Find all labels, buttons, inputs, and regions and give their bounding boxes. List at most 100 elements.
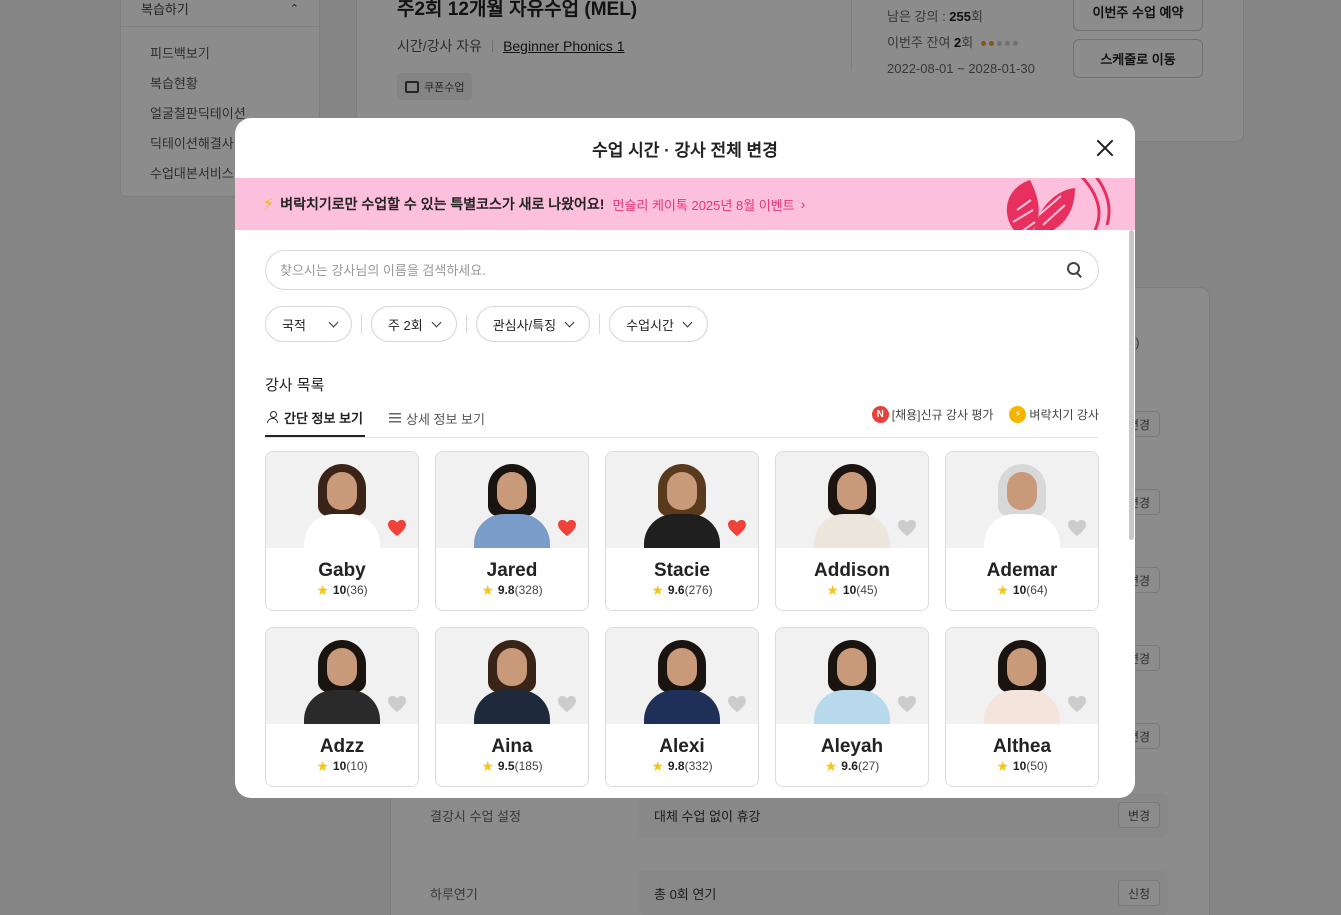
lightning-badge-icon: ⚡ [1009, 406, 1027, 423]
tutor-score: 10 [1012, 759, 1027, 773]
tutor-rating: ★ 10(36) [266, 583, 418, 597]
tab-detail-view[interactable]: 상세 정보 보기 [387, 399, 487, 437]
star-icon: ★ [996, 758, 1009, 774]
tutor-rating: ★ 9.8(328) [436, 583, 588, 597]
tutor-avatar [304, 464, 380, 548]
star-icon: ★ [651, 758, 664, 774]
tutor-review-count: (10) [346, 759, 368, 773]
badge-legend: N [채용]신규 강사 평가 ⚡ 벼락치기 강사 [871, 406, 1099, 423]
tutor-card-stacie[interactable]: Stacie ★ 9.6(276) [605, 451, 759, 611]
filter-label: 수업시간 [626, 317, 674, 333]
event-banner[interactable]: ⚡ 벼락치기로만 수업할 수 있는 특별코스가 새로 나왔어요! 먼슬리 케이톡… [235, 178, 1135, 230]
heart-icon[interactable] [727, 695, 747, 713]
tutor-review-count: (45) [856, 583, 878, 597]
tutor-card-aina[interactable]: Aina ★ 9.5(185) [435, 627, 589, 787]
tutor-review-count: (36) [346, 583, 368, 597]
heart-icon[interactable] [557, 519, 577, 537]
tutor-avatar [814, 640, 890, 724]
tutor-score: 9.8 [667, 759, 685, 773]
star-icon: ★ [826, 582, 839, 598]
tutor-card-ademar[interactable]: Ademar ★ 10(64) [945, 451, 1099, 611]
tutor-rating: ★ 9.6(27) [776, 759, 928, 773]
tutor-card-alexi[interactable]: Alexi ★ 9.8(332) [605, 627, 759, 787]
tutor-score: 9.6 [667, 583, 685, 597]
tab-label: 상세 정보 보기 [405, 411, 485, 427]
heart-icon[interactable] [897, 519, 917, 537]
tutor-rating: ★ 10(64) [946, 583, 1098, 597]
tutor-rating: ★ 10(45) [776, 583, 928, 597]
tutor-card-althea[interactable]: Althea ★ 10(50) [945, 627, 1099, 787]
tutor-avatar [644, 640, 720, 724]
filter-interests[interactable]: 관심사/특징 [475, 306, 591, 342]
tutor-review-count: (276) [684, 583, 713, 597]
tutor-name: Jared [486, 560, 538, 581]
tutor-name: Ademar [986, 560, 1058, 581]
tutor-score: 9.6 [841, 759, 858, 773]
tutor-card-addison[interactable]: Addison ★ 10(45) [775, 451, 929, 611]
chevron-right-icon: › [800, 196, 806, 212]
heart-icon[interactable] [557, 695, 577, 713]
divider [360, 314, 362, 334]
modal-title: 수업 시간 · 강사 전체 변경 [592, 140, 778, 160]
chevron-down-icon [431, 317, 442, 327]
tab-simple-view[interactable]: 간단 정보 보기 [265, 399, 365, 437]
lightning-icon: ⚡ [263, 196, 275, 213]
heart-icon[interactable] [897, 695, 917, 713]
tutor-photo [606, 628, 758, 724]
tutor-photo [776, 452, 928, 548]
tutor-photo [776, 628, 928, 724]
tutor-score: 9.5 [497, 759, 515, 773]
search-bar [265, 250, 1099, 290]
filter-label: 관심사/특징 [492, 317, 557, 333]
person-icon [267, 411, 279, 423]
tutor-avatar [984, 464, 1060, 548]
tutor-photo [266, 628, 418, 724]
heart-icon[interactable] [1067, 695, 1087, 713]
star-icon: ★ [316, 582, 329, 598]
leaf-decoration-icon [1006, 178, 1111, 230]
tutor-search-input[interactable] [280, 262, 1066, 278]
tutor-rating: ★ 10(10) [266, 759, 418, 773]
tutor-name: Adzz [319, 736, 365, 757]
tutor-review-count: (328) [514, 583, 543, 597]
tutor-photo [946, 628, 1098, 724]
tutor-score: 10 [332, 759, 347, 773]
filter-class-time[interactable]: 수업시간 [609, 306, 708, 342]
banner-link[interactable]: 먼슬리 케이톡 2025년 8월 이벤트 [612, 195, 794, 214]
tutor-avatar [474, 640, 550, 724]
filter-label: 국적 [282, 317, 306, 333]
tutor-score: 10 [332, 583, 347, 597]
heart-icon[interactable] [1067, 519, 1087, 537]
star-icon: ★ [481, 582, 494, 598]
heart-icon[interactable] [387, 519, 407, 537]
banner-text: 벼락치기로만 수업할 수 있는 특별코스가 새로 나왔어요! [280, 196, 605, 212]
heart-icon[interactable] [727, 519, 747, 537]
tutor-card-gaby[interactable]: Gaby ★ 10(36) [265, 451, 419, 611]
tutor-review-count: (50) [1026, 759, 1048, 773]
star-icon: ★ [824, 758, 838, 774]
tutor-photo [436, 452, 588, 548]
filter-nationality[interactable]: 국적 [265, 306, 352, 342]
tutor-avatar [474, 464, 550, 548]
star-icon: ★ [481, 758, 494, 774]
chevron-down-icon [682, 317, 693, 327]
tutor-card-aleyah[interactable]: Aleyah ★ 9.6(27) [775, 627, 929, 787]
scrollbar[interactable] [1129, 230, 1134, 540]
star-icon: ★ [316, 758, 329, 774]
star-icon: ★ [996, 582, 1009, 598]
tutor-name: Aleyah [820, 736, 884, 757]
legend-bolt-tutor: ⚡ 벼락치기 강사 [1009, 406, 1099, 423]
filter-frequency[interactable]: 주 2회 [370, 306, 457, 342]
search-icon[interactable] [1066, 261, 1084, 279]
tutor-avatar [984, 640, 1060, 724]
heart-icon[interactable] [387, 695, 407, 713]
tutor-card-adzz[interactable]: Adzz ★ 10(10) [265, 627, 419, 787]
close-icon[interactable] [1093, 134, 1117, 162]
tutor-name: Stacie [654, 560, 710, 581]
tutor-name: Gaby [318, 560, 366, 581]
tutor-card-jared[interactable]: Jared ★ 9.8(328) [435, 451, 589, 611]
tutor-rating: ★ 9.8(332) [606, 759, 758, 773]
tutor-photo [266, 452, 418, 548]
tutor-rating: ★ 10(50) [946, 759, 1098, 773]
legend-new-tutor: N [채용]신규 강사 평가 [871, 406, 993, 423]
